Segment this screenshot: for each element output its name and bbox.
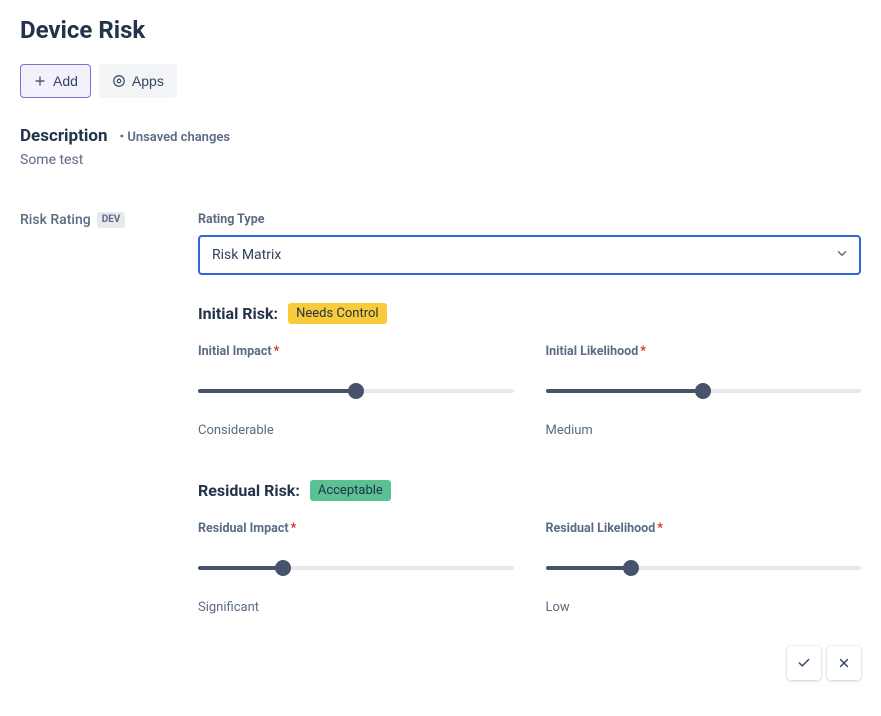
add-button[interactable]: Add [20,64,91,98]
residual-risk-header: Residual Risk: Acceptable [198,480,861,501]
initial-risk-pill: Needs Control [288,303,387,324]
required-star: * [291,521,297,536]
required-star: * [640,344,646,359]
unsaved-changes: • Unsaved changes [119,130,230,145]
initial-risk-header: Initial Risk: Needs Control [198,303,861,324]
initial-impact-value: Considerable [198,423,514,438]
rating-type-value: Risk Matrix [212,247,281,263]
close-icon [837,656,851,670]
initial-risk-heading: Initial Risk: [198,304,278,323]
residual-risk-pill: Acceptable [310,480,391,501]
residual-impact-slider[interactable] [198,560,514,576]
residual-likelihood-value: Low [546,600,862,615]
residual-likelihood-label: Residual Likelihood [546,521,656,536]
apps-button[interactable]: Apps [99,64,177,98]
plus-icon [33,74,47,88]
dev-badge: DEV [97,212,126,228]
confirm-button[interactable] [787,646,821,680]
apps-icon [112,74,126,88]
check-icon [797,656,811,670]
initial-impact-label: Initial Impact [198,344,272,359]
action-bar [787,646,861,680]
toolbar: Add Apps [20,64,861,98]
description-header: Description • Unsaved changes [20,126,861,146]
required-star: * [657,521,663,536]
cancel-button[interactable] [827,646,861,680]
risk-rating-section-label: Risk Rating DEV [20,212,172,228]
initial-likelihood-slider[interactable] [546,383,862,399]
required-star: * [274,344,280,359]
initial-impact-slider[interactable] [198,383,514,399]
page-title: Device Risk [20,16,861,44]
residual-likelihood-slider[interactable] [546,560,862,576]
initial-likelihood-value: Medium [546,423,862,438]
initial-likelihood-label: Initial Likelihood [546,344,639,359]
residual-impact-value: Significant [198,600,514,615]
description-text[interactable]: Some test [20,152,861,168]
apps-button-label: Apps [132,73,164,89]
rating-type-label: Rating Type [198,212,861,227]
add-button-label: Add [53,73,78,89]
residual-impact-label: Residual Impact [198,521,289,536]
risk-rating-label: Risk Rating [20,212,91,228]
residual-risk-heading: Residual Risk: [198,481,300,500]
rating-type-select[interactable]: Risk Matrix [198,235,861,275]
description-label: Description [20,126,107,146]
